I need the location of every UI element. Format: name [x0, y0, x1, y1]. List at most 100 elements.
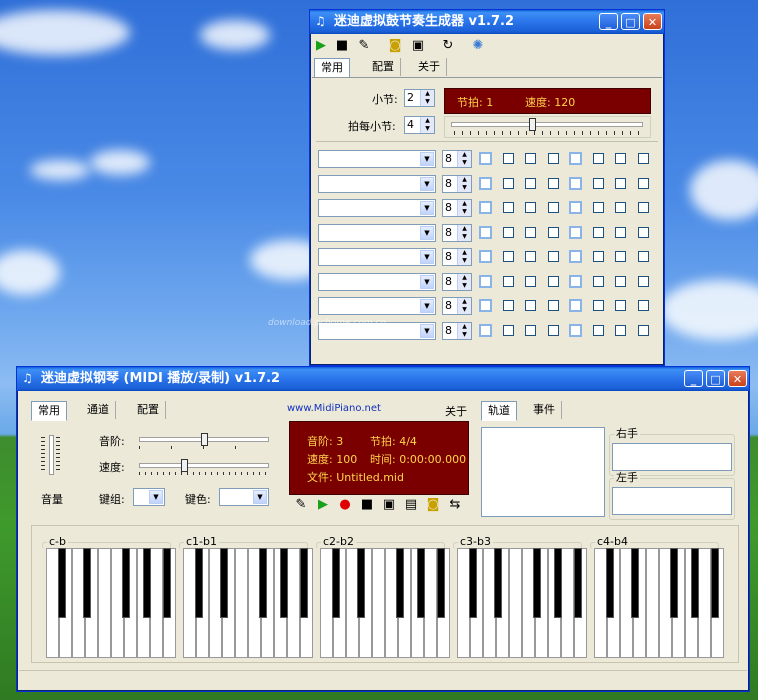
beat-checkbox[interactable]: [615, 251, 626, 262]
black-key[interactable]: [331, 548, 340, 618]
beat-checkbox[interactable]: [547, 226, 559, 238]
beat-checkbox[interactable]: [547, 300, 559, 311]
white-key[interactable]: [98, 548, 111, 658]
beat-checkbox[interactable]: [525, 226, 536, 238]
beat-checkbox[interactable]: [547, 153, 559, 164]
beat-checkbox[interactable]: [569, 176, 582, 190]
white-key[interactable]: [698, 548, 711, 658]
open-folder-icon[interactable]: ✎: [356, 38, 372, 54]
sync-icon[interactable]: ↻: [440, 38, 456, 54]
beat-checkbox[interactable]: [569, 250, 582, 263]
beat-checkbox[interactable]: [637, 153, 649, 164]
white-key[interactable]: [509, 548, 522, 658]
black-key[interactable]: [300, 548, 309, 618]
beat-checkbox[interactable]: [525, 275, 536, 287]
track-list[interactable]: [481, 427, 605, 517]
beat-checkbox[interactable]: [637, 300, 649, 311]
black-key[interactable]: [416, 548, 425, 618]
right-hand-input[interactable]: [612, 443, 732, 471]
stop-icon[interactable]: ■: [359, 497, 375, 513]
tab-channel[interactable]: 通道: [81, 401, 116, 419]
speed-slider[interactable]: [137, 457, 269, 475]
stop-icon[interactable]: ■: [334, 38, 350, 54]
black-key[interactable]: [605, 548, 614, 618]
beat-checkbox[interactable]: [569, 299, 582, 312]
play-icon[interactable]: ▶: [315, 497, 331, 513]
tempo-slider-thumb[interactable]: [529, 118, 536, 131]
beats-per-measure-spinner[interactable]: 4 ▲ ▼: [404, 116, 435, 134]
beat-checkbox[interactable]: [637, 177, 649, 189]
close-button[interactable]: ✕: [728, 370, 747, 387]
minimize-button[interactable]: _: [599, 13, 618, 30]
beat-checkbox[interactable]: [502, 275, 514, 287]
instrument-select[interactable]: ▼: [318, 223, 436, 242]
black-key[interactable]: [493, 548, 502, 618]
black-key[interactable]: [163, 548, 172, 618]
black-key[interactable]: [219, 548, 228, 618]
white-key[interactable]: [150, 548, 163, 658]
black-key[interactable]: [630, 548, 639, 618]
drum-icon[interactable]: ◙: [387, 38, 403, 54]
beat-checkbox[interactable]: [502, 226, 514, 238]
black-key[interactable]: [669, 548, 678, 618]
instrument-select[interactable]: ▼: [318, 272, 436, 291]
beat-checkbox[interactable]: [592, 300, 604, 311]
beat-checkbox[interactable]: [502, 324, 514, 336]
left-hand-input[interactable]: [612, 487, 732, 515]
keycolor-select[interactable]: ▼: [219, 488, 269, 506]
beat-checkbox[interactable]: [547, 251, 559, 262]
beat-checkbox[interactable]: [502, 300, 514, 311]
row-spinner[interactable]: 8 ▲ ▼: [442, 297, 472, 315]
tab-event[interactable]: 事件: [527, 401, 562, 419]
minimize-button[interactable]: _: [684, 370, 703, 387]
beat-checkbox[interactable]: [502, 202, 514, 213]
beat-checkbox[interactable]: [637, 202, 649, 213]
instrument-select[interactable]: ▼: [318, 150, 436, 168]
black-key[interactable]: [279, 548, 288, 618]
beat-checkbox[interactable]: [479, 323, 492, 337]
black-key[interactable]: [142, 548, 151, 618]
beat-checkbox[interactable]: [637, 226, 649, 238]
volume-slider[interactable]: [41, 435, 61, 475]
beat-checkbox[interactable]: [547, 275, 559, 287]
white-key[interactable]: [646, 548, 659, 658]
measure-spinner[interactable]: 2 ▲ ▼: [404, 89, 435, 107]
beat-checkbox[interactable]: [525, 251, 536, 262]
tab-track[interactable]: 轨道: [481, 401, 517, 421]
scale-slider-thumb[interactable]: [201, 433, 208, 446]
piano-titlebar[interactable]: ♫ 迷迪虚拟钢琴 (MIDI 播放/录制) v1.7.2 _ □ ✕: [17, 367, 749, 391]
black-key[interactable]: [356, 548, 365, 618]
beat-checkbox[interactable]: [592, 153, 604, 164]
beat-checkbox[interactable]: [569, 152, 582, 165]
beat-checkbox[interactable]: [525, 324, 536, 336]
instrument-select[interactable]: ▼: [318, 199, 436, 217]
white-key[interactable]: [287, 548, 300, 658]
properties-icon[interactable]: ▤: [403, 497, 419, 513]
black-key[interactable]: [82, 548, 91, 618]
beat-checkbox[interactable]: [615, 300, 626, 311]
beat-checkbox[interactable]: [479, 274, 492, 288]
black-key[interactable]: [574, 548, 583, 618]
beat-checkbox[interactable]: [479, 250, 492, 263]
row-spinner[interactable]: 8 ▲ ▼: [442, 272, 472, 291]
scale-slider[interactable]: [137, 431, 269, 449]
beat-checkbox[interactable]: [637, 251, 649, 262]
instrument-select[interactable]: ▼: [318, 248, 436, 266]
tab-common[interactable]: 常用: [31, 401, 67, 421]
maximize-button[interactable]: □: [621, 13, 640, 30]
beat-checkbox[interactable]: [547, 324, 559, 336]
beat-checkbox[interactable]: [547, 177, 559, 189]
black-key[interactable]: [468, 548, 477, 618]
save-icon[interactable]: ▣: [381, 497, 397, 513]
tab-common[interactable]: 常用: [314, 58, 350, 78]
black-key[interactable]: [57, 548, 66, 618]
tab-config[interactable]: 配置: [366, 58, 401, 76]
about-link[interactable]: 关于: [445, 403, 467, 419]
row-spinner[interactable]: 8 ▲ ▼: [442, 174, 472, 193]
beat-checkbox[interactable]: [479, 152, 492, 165]
beat-checkbox[interactable]: [569, 225, 582, 239]
beat-checkbox[interactable]: [569, 274, 582, 288]
beat-checkbox[interactable]: [592, 202, 604, 213]
beat-checkbox[interactable]: [525, 202, 536, 213]
beat-checkbox[interactable]: [637, 324, 649, 336]
